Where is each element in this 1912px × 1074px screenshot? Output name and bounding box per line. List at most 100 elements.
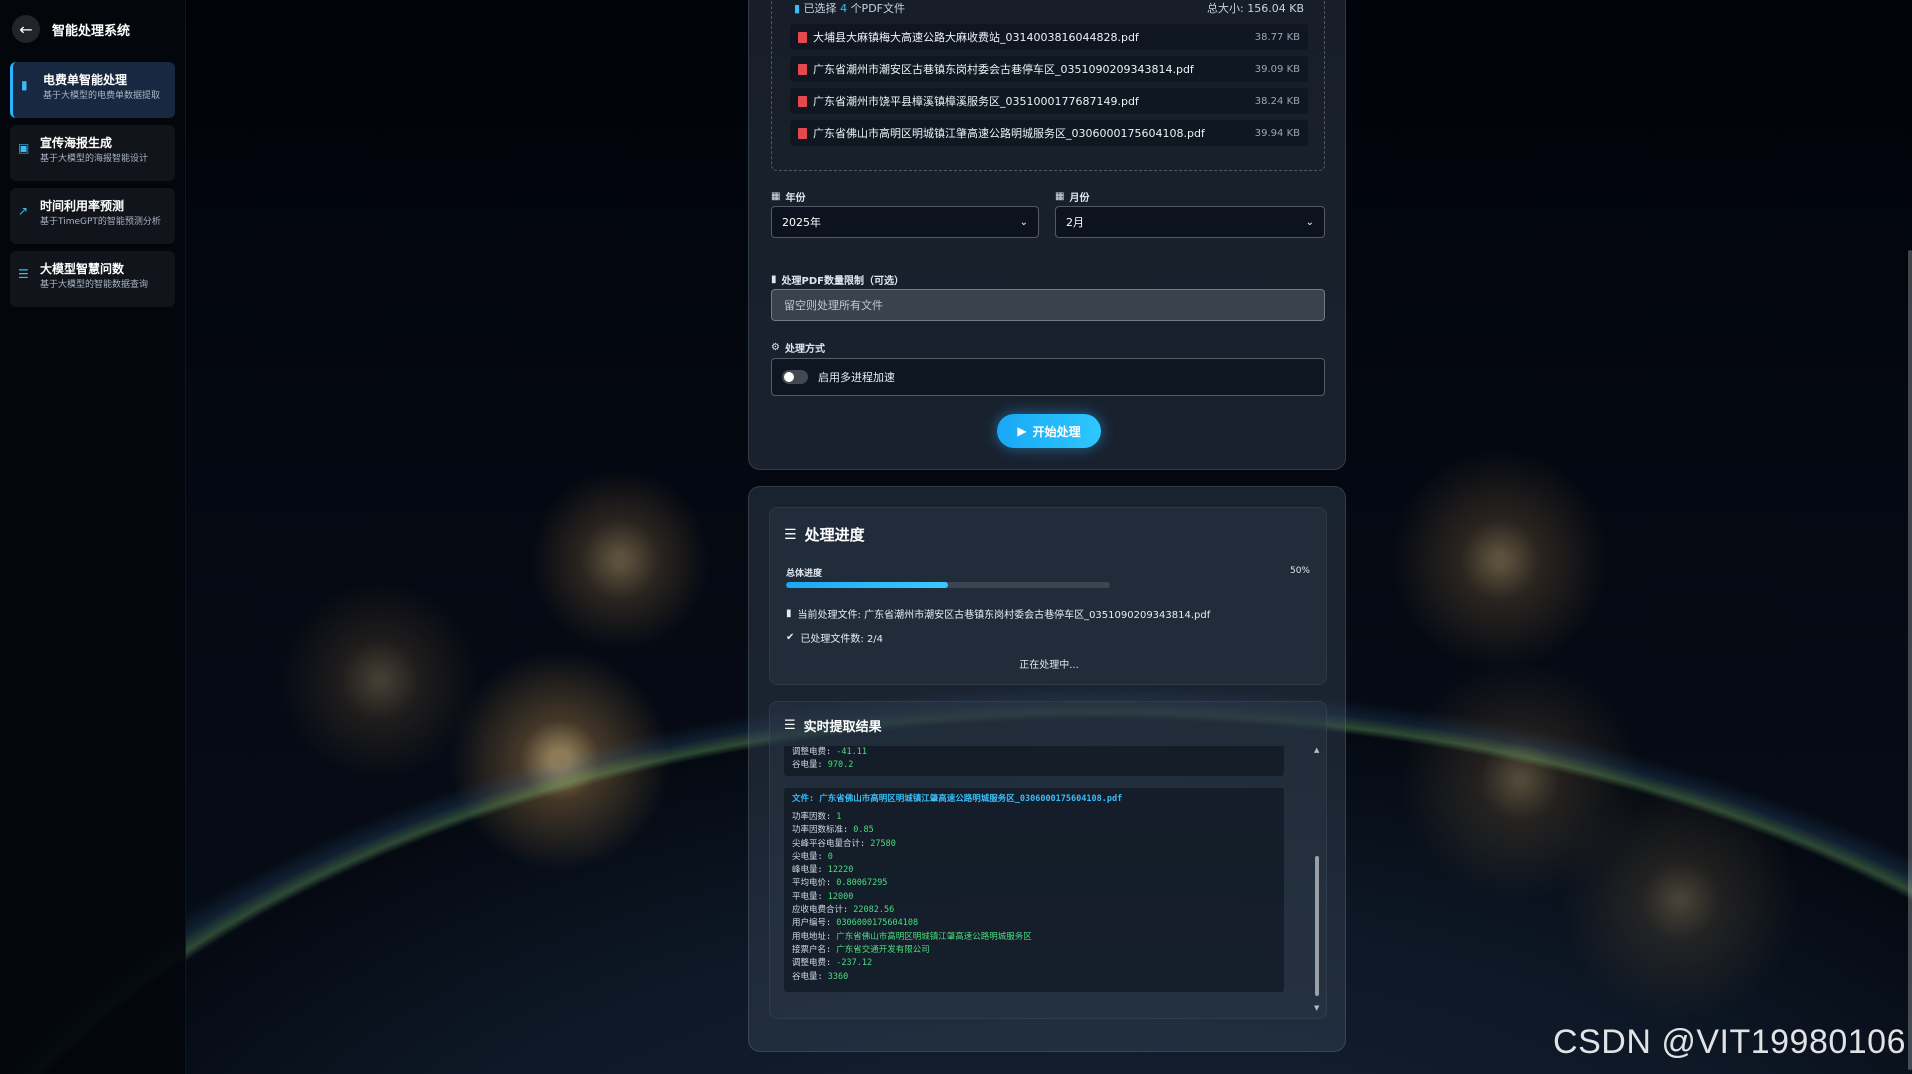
chevron-down-icon: ⌄ <box>1305 216 1314 228</box>
year-select[interactable]: 2025年 ⌄ <box>771 206 1039 238</box>
sidebar-header: ← 智能处理系统 <box>0 0 185 58</box>
result-line: 平电量: 12000 <box>792 891 854 902</box>
sidebar-title: 智能处理系统 <box>52 23 131 39</box>
scroll-down-icon[interactable]: ▼ <box>1314 1004 1319 1012</box>
file-summary: ▮ 已选择 4 个PDF文件 总大小: 156.04 KB <box>794 0 1304 16</box>
file-size: 38.24 KB <box>1254 95 1300 107</box>
sidebar-item-data-query[interactable]: ☰ 大模型智慧问数 基于大模型的智能数据查询 <box>10 251 175 307</box>
pdf-limit-input[interactable]: 留空则处理所有文件 <box>771 289 1325 321</box>
result-line: 峰电量: 12220 <box>792 865 854 876</box>
check-circle-icon: ✔ <box>786 632 795 643</box>
sidebar-item-sub: 基于大模型的智能数据查询 <box>40 280 149 290</box>
file-name: 广东省佛山市高明区明城镇江肇高速公路明城服务区_0306000175604108… <box>813 127 1205 140</box>
file-icon: ▮ <box>794 2 801 15</box>
multiprocess-toggle-row: 启用多进程加速 <box>771 358 1325 396</box>
pdf-icon <box>798 127 807 139</box>
sidebar-item-bill-processing[interactable]: ▮ 电费单智能处理 基于大模型的电费单数据提取 <box>10 62 175 118</box>
result-line: 功率因数: 1 <box>792 812 842 822</box>
result-file-title: 文件: 广东省佛山市高明区明城镇江肇高速公路明城服务区_030600017560… <box>792 794 1123 804</box>
result-block-prev: 调整电费: -41.11 谷电量: 970.2 <box>784 746 1284 776</box>
toggle-label: 启用多进程加速 <box>818 371 895 384</box>
results-card: ☰ 实时提取结果 调整电费: -41.11 谷电量: 970.2 文件: 广东省… <box>769 701 1327 1019</box>
sidebar-item-label: 时间利用率预测 <box>40 199 125 213</box>
result-line: 谷电量: 3360 <box>792 971 849 982</box>
results-title: ☰ 实时提取结果 <box>784 718 882 735</box>
sidebar-item-sub: 基于大模型的海报智能设计 <box>40 154 149 164</box>
file-row: 广东省潮州市饶平县樟溪镇樟溪服务区_0351000177687149.pdf 3… <box>790 88 1308 114</box>
progress-card: ☰ 处理进度 总体进度 50% ▮ 当前处理文件: 广东省潮州市潮安区古巷镇东岗… <box>769 507 1327 685</box>
database-icon: ☰ <box>18 267 29 281</box>
file-name: 广东省潮州市潮安区古巷镇东岗村委会古巷停车区_0351090209343814.… <box>813 63 1194 76</box>
page-scrollbar[interactable] <box>1908 250 1912 1070</box>
pdf-icon <box>798 95 807 107</box>
upload-settings-panel: ▮ 已选择 4 个PDF文件 总大小: 156.04 KB 大埔县大麻镇梅大高速… <box>748 0 1346 470</box>
file-size: 39.94 KB <box>1254 127 1300 139</box>
current-file-line: ▮ 当前处理文件: 广东省潮州市潮安区古巷镇东岗村委会古巷停车区_0351090… <box>786 608 1211 621</box>
file-name: 大埔县大麻镇梅大高速公路大麻收费站_0314003816044828.pdf <box>813 31 1139 44</box>
result-line: 谷电量: 970.2 <box>792 760 854 771</box>
chart-line-icon: ↗ <box>18 204 29 218</box>
sidebar-item-label: 电费单智能处理 <box>43 73 128 87</box>
gear-icon: ⚙ <box>771 342 780 353</box>
processing-panel: ☰ 处理进度 总体进度 50% ▮ 当前处理文件: 广东省潮州市潮安区古巷镇东岗… <box>748 486 1346 1052</box>
sidebar-item-sub: 基于大模型的电费单数据提取 <box>43 91 161 101</box>
mode-label: ⚙ 处理方式 <box>771 342 825 355</box>
file-icon: ▮ <box>771 274 777 285</box>
total-size: 总大小: 156.04 KB <box>1207 2 1304 15</box>
scroll-up-icon[interactable]: ▲ <box>1314 746 1319 754</box>
result-line: 尖电量: 0 <box>792 851 833 862</box>
calendar-icon: ▦ <box>771 191 781 202</box>
sidebar-item-forecast[interactable]: ↗ 时间利用率预测 基于TimeGPT的智能预测分析 <box>10 188 175 244</box>
file-row: 大埔县大麻镇梅大高速公路大麻收费站_0314003816044828.pdf 3… <box>790 24 1308 50</box>
processing-status: 正在处理中... <box>1019 660 1079 671</box>
overall-progress-percent: 50% <box>1289 566 1310 576</box>
task-list-icon: ☰ <box>784 526 797 543</box>
summary-count: 4 <box>840 2 848 15</box>
start-processing-button[interactable]: ▶ 开始处理 <box>997 414 1101 448</box>
scrollbar-thumb[interactable] <box>1315 856 1319 996</box>
file-size: 39.09 KB <box>1254 63 1300 75</box>
pdf-icon <box>798 63 807 75</box>
result-line: 尖峰平谷电量合计: 27580 <box>792 838 896 849</box>
watermark: CSDN @VIT19980106 <box>1553 1023 1906 1061</box>
progress-bar <box>786 582 1110 588</box>
file-row: 广东省潮州市潮安区古巷镇东岗村委会古巷停车区_0351090209343814.… <box>790 56 1308 82</box>
progress-title: ☰ 处理进度 <box>784 526 865 544</box>
processed-count-line: ✔ 已处理文件数: 2/4 <box>786 632 884 645</box>
multiprocess-toggle[interactable] <box>782 370 808 384</box>
sidebar: ← 智能处理系统 ▮ 电费单智能处理 基于大模型的电费单数据提取 ▣ 宣传海报生… <box>0 0 186 1074</box>
sidebar-item-poster[interactable]: ▣ 宣传海报生成 基于大模型的海报智能设计 <box>10 125 175 181</box>
result-line: 应收电费合计: 22082.56 <box>792 905 895 916</box>
file-row: 广东省佛山市高明区明城镇江肇高速公路明城服务区_0306000175604108… <box>790 120 1308 146</box>
image-icon: ▣ <box>18 141 30 155</box>
limit-label: ▮ 处理PDF数量限制（可选） <box>771 274 904 287</box>
result-line: 平均电价: 0.80067295 <box>792 878 888 889</box>
chevron-down-icon: ⌄ <box>1019 216 1028 228</box>
month-select[interactable]: 2月 ⌄ <box>1055 206 1325 238</box>
overall-progress-label: 总体进度 <box>786 569 823 579</box>
result-line: 调整电费: -237.12 <box>792 958 873 969</box>
sidebar-item-label: 宣传海报生成 <box>40 136 113 150</box>
selected-files-box: ▮ 已选择 4 个PDF文件 总大小: 156.04 KB 大埔县大麻镇梅大高速… <box>771 0 1325 171</box>
summary-suffix: 个PDF文件 <box>850 2 905 15</box>
summary-prefix: 已选择 <box>803 2 837 15</box>
sidebar-item-sub: 基于TimeGPT的智能预测分析 <box>40 217 161 227</box>
result-line: 接票户名: 广东省交通开发有限公司 <box>792 944 930 955</box>
calendar-icon: ▦ <box>1055 191 1065 202</box>
results-scrollbar[interactable]: ▲ ▼ <box>1314 746 1320 1012</box>
file-icon: ▮ <box>21 78 28 92</box>
list-icon: ☰ <box>784 718 796 733</box>
month-label: ▦ 月份 <box>1055 191 1090 204</box>
file-name: 广东省潮州市饶平县樟溪镇樟溪服务区_0351000177687149.pdf <box>813 95 1139 108</box>
back-arrow-icon[interactable]: ← <box>12 15 40 43</box>
year-label: ▦ 年份 <box>771 191 806 204</box>
result-line: 功率因数标准: 0.85 <box>792 825 874 836</box>
sidebar-item-label: 大模型智慧问数 <box>40 262 125 276</box>
results-scroll-area[interactable]: 调整电费: -41.11 谷电量: 970.2 文件: 广东省佛山市高明区明城镇… <box>784 746 1298 1012</box>
pdf-icon <box>798 31 807 43</box>
file-icon: ▮ <box>786 608 792 619</box>
play-icon: ▶ <box>1017 424 1027 438</box>
toggle-knob <box>784 372 794 382</box>
file-size: 38.77 KB <box>1254 31 1300 43</box>
progress-fill <box>786 582 948 588</box>
